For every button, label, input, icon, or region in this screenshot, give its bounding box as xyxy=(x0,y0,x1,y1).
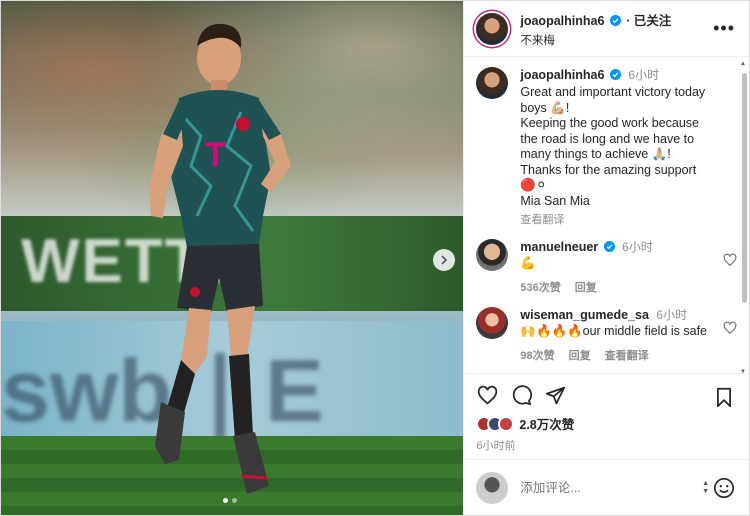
comment-input[interactable] xyxy=(520,480,691,495)
carousel-dots xyxy=(223,498,237,503)
like-comment-heart-icon[interactable] xyxy=(723,253,737,267)
comments-scrollbar[interactable] xyxy=(742,73,747,303)
add-comment-bar: ▲▼ xyxy=(464,459,749,515)
commenter-avatar[interactable] xyxy=(476,239,509,271)
caption-time: 6小时 xyxy=(628,68,660,82)
reply-button[interactable]: 回复 xyxy=(575,279,597,295)
post-actions: 2.8万次赞 6小时前 xyxy=(464,373,749,459)
scroll-up-arrow-icon[interactable]: ▲ xyxy=(740,61,746,67)
bookmark-icon xyxy=(717,387,731,407)
comment-text: 🙌🔥🔥🔥our middle field is safe xyxy=(520,324,707,338)
like-comment-heart-icon[interactable] xyxy=(723,321,737,335)
comment-button[interactable] xyxy=(510,384,532,406)
comments-section[interactable]: joaopalhinha6 6小时 Great and important vi… xyxy=(464,57,749,373)
caption-row: joaopalhinha6 6小时 Great and important vi… xyxy=(476,67,737,227)
chevron-right-icon xyxy=(441,255,448,265)
commenter-avatar[interactable] xyxy=(476,307,509,339)
caption-text: Great and important victory today boys 💪… xyxy=(520,85,719,209)
next-image-button[interactable] xyxy=(433,249,455,271)
current-user-avatar xyxy=(476,471,509,504)
caption-author-avatar[interactable] xyxy=(476,67,509,99)
send-paper-plane-icon xyxy=(545,386,565,404)
author-avatar[interactable] xyxy=(476,12,509,45)
verified-badge-icon xyxy=(609,14,621,26)
emoji-icon[interactable] xyxy=(713,477,735,499)
comment-likes[interactable]: 536次赞 xyxy=(520,279,560,295)
post-timestamp: 6小时前 xyxy=(476,440,516,452)
caption-line: Keeping the good work because the road i… xyxy=(520,116,699,161)
verified-badge-icon xyxy=(609,69,621,80)
carousel-dot-2[interactable] xyxy=(232,498,237,503)
comment-bubble-icon xyxy=(512,384,532,405)
like-button[interactable] xyxy=(476,384,498,406)
post-side-panel: joaopalhinha6 · 已关注 不来梅 ••• joaopalhinha… xyxy=(463,1,749,515)
scroll-down-arrow-icon[interactable]: ▼ xyxy=(740,369,746,375)
comment-row: manuelneuer 6小时 💪 536次赞 回复 xyxy=(476,239,737,295)
likes-summary[interactable]: 2.8万次赞 xyxy=(476,414,737,433)
caption-line: Great and important victory today boys 💪… xyxy=(520,85,706,115)
caption-username[interactable]: joaopalhinha6 xyxy=(520,68,604,82)
post-location[interactable]: 不来梅 xyxy=(520,32,671,48)
carousel-dot-1[interactable] xyxy=(223,498,228,503)
football-player-image: T xyxy=(149,23,291,494)
comment-text: 💪 xyxy=(520,256,536,270)
verified-badge-icon xyxy=(603,241,615,252)
comment-time: 6小时 xyxy=(656,308,688,322)
heart-icon xyxy=(477,385,498,405)
comment-likes[interactable]: 98次赞 xyxy=(520,347,554,363)
instagram-post: WETTE swb ∣ E T joaopalhinha6 · 已关注 不来梅 … xyxy=(0,0,750,516)
commenter-username[interactable]: manuelneuer xyxy=(520,240,598,254)
liker-avatar xyxy=(498,415,515,432)
caption-line: Mia San Mia xyxy=(520,193,590,208)
likes-count[interactable]: 2.8万次赞 xyxy=(519,414,574,433)
author-username[interactable]: joaopalhinha6 xyxy=(520,14,604,28)
more-options-icon[interactable]: ••• xyxy=(713,19,735,37)
see-translation-link[interactable]: 查看翻译 xyxy=(520,211,719,227)
svg-text:T: T xyxy=(205,136,226,174)
scroll-stepper[interactable]: ▲ ▼ xyxy=(702,480,709,496)
share-button[interactable] xyxy=(544,384,566,406)
post-media[interactable]: WETTE swb ∣ E T xyxy=(1,1,464,515)
save-button[interactable] xyxy=(713,386,735,408)
post-header: joaopalhinha6 · 已关注 不来梅 ••• xyxy=(464,1,749,57)
caption-line: Thanks for the amazing support 🔴⚪ xyxy=(520,162,697,193)
commenter-username[interactable]: wiseman_gumede_sa xyxy=(520,308,649,322)
see-translation-link[interactable]: 查看翻译 xyxy=(605,347,649,363)
comment-row: wiseman_gumede_sa 6小时 🙌🔥🔥🔥our middle fie… xyxy=(476,307,737,363)
reply-button[interactable]: 回复 xyxy=(569,347,591,363)
follow-status-button[interactable]: · 已关注 xyxy=(626,14,671,28)
comment-time: 6小时 xyxy=(622,240,653,254)
